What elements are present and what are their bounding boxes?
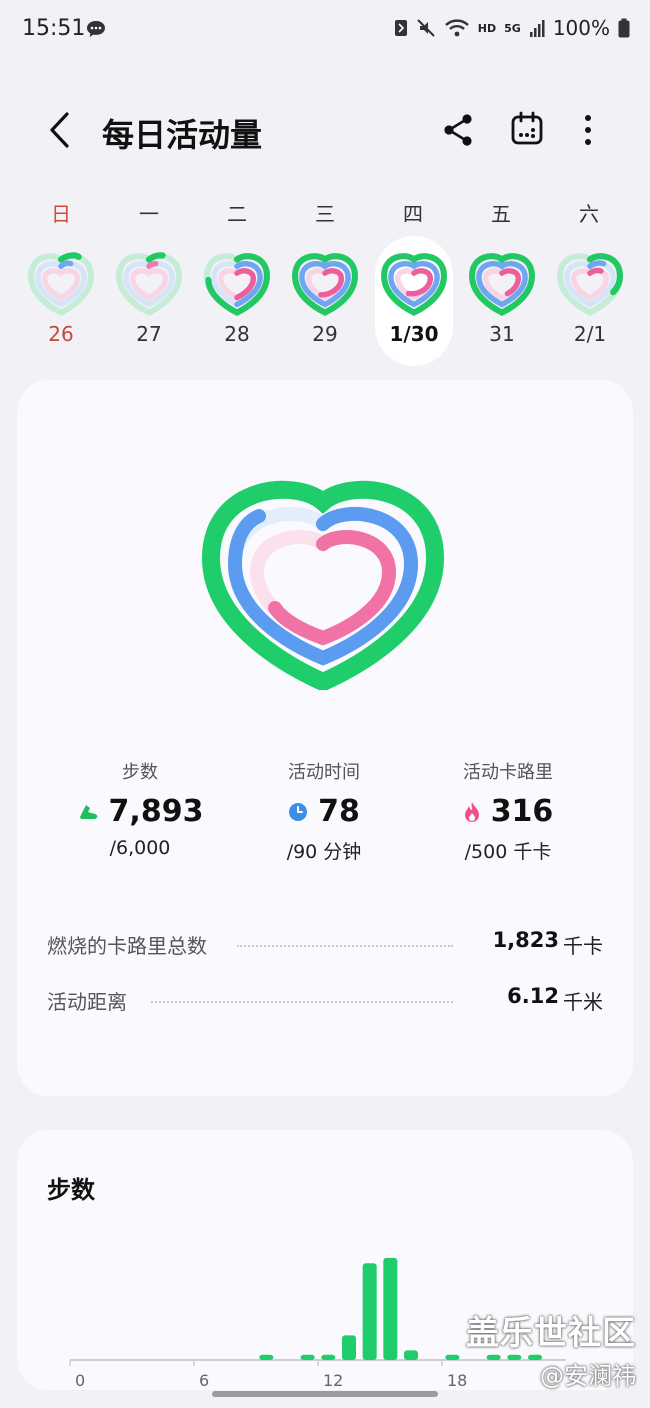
- day-cell[interactable]: 26: [22, 236, 100, 366]
- dotted-leader: [237, 945, 453, 947]
- signal-label: 5G: [504, 21, 521, 35]
- day-cell[interactable]: 28: [198, 236, 276, 366]
- weekday-label: 六: [579, 202, 599, 226]
- status-time: 15:51: [22, 16, 86, 41]
- active-time-value: 78: [318, 794, 360, 829]
- activity-heart-icon: [557, 253, 623, 316]
- daily-summary-card: 步数 7,893 /6,000 活动时间 78 /90 分钟 活动卡路里 316…: [17, 380, 633, 1096]
- steps-bar: [259, 1354, 274, 1360]
- home-indicator[interactable]: [212, 1391, 438, 1397]
- detail-label: 燃烧的卡路里总数: [47, 930, 217, 959]
- status-indicators: HD 5G 100%: [394, 16, 630, 40]
- day-number: 26: [48, 322, 74, 346]
- weekday-label: 五: [491, 202, 511, 226]
- activity-heart-icon: [469, 253, 535, 316]
- x-tick-label: 6: [199, 1371, 209, 1390]
- steps-bar: [404, 1350, 418, 1360]
- clock-icon: [289, 802, 308, 821]
- day-cell[interactable]: 27: [110, 236, 188, 366]
- active-distance-value: 6.12: [507, 984, 559, 1008]
- weekday-label: 三: [315, 202, 335, 226]
- signal-icon: [529, 20, 545, 37]
- app-header: 每日活动量: [0, 100, 650, 160]
- activity-heart-icon: [116, 252, 182, 316]
- nfc-icon: [394, 20, 407, 36]
- day-cell[interactable]: 29: [286, 236, 364, 366]
- page-title: 每日活动量: [102, 116, 263, 154]
- shoe-icon: [79, 804, 97, 819]
- day-cell[interactable]: 2/1: [551, 236, 629, 366]
- flame-icon: [464, 801, 479, 822]
- weekday-label: 一: [139, 202, 159, 226]
- day-number: 31: [489, 322, 515, 346]
- active-calories-stat: 活动卡路里 316 /500 千卡: [413, 758, 603, 864]
- stat-label: 活动卡路里: [463, 762, 553, 783]
- day-number: 2/1: [573, 322, 607, 346]
- dotted-leader: [151, 1001, 453, 1003]
- activity-heart-icon: [292, 253, 358, 316]
- more-vert-icon[interactable]: [568, 108, 608, 152]
- steps-bar: [362, 1263, 377, 1360]
- x-tick-label: 12: [323, 1371, 343, 1390]
- detail-unit: 千米: [563, 990, 603, 1014]
- activity-heart-icon: [28, 252, 94, 316]
- active-time-goal: /90 分钟: [286, 841, 362, 863]
- day-number: 27: [136, 322, 162, 346]
- detail-unit: 千卡: [563, 934, 603, 958]
- stat-label: 活动时间: [288, 762, 360, 783]
- x-tick-label: 0: [75, 1371, 85, 1390]
- weekday-label: 二: [227, 202, 247, 226]
- steps-stat: 步数 7,893 /6,000: [45, 758, 235, 859]
- network-label: HD: [477, 21, 497, 35]
- steps-goal: /6,000: [109, 837, 171, 859]
- calendar-icon[interactable]: [507, 108, 547, 152]
- steps-bar: [300, 1354, 315, 1360]
- battery-percent: 100%: [552, 16, 610, 40]
- status-bar: 15:51 HD 5G 100%: [0, 0, 650, 60]
- detail-label: 活动距离: [47, 986, 137, 1015]
- day-cell-selected[interactable]: 1/30: [375, 236, 453, 366]
- stat-label: 步数: [122, 762, 158, 783]
- steps-bar: [342, 1335, 356, 1360]
- active-calories-goal: /500 千卡: [464, 841, 552, 863]
- message-notification-icon: [87, 21, 105, 37]
- total-calories-value: 1,823: [492, 928, 559, 952]
- mute-icon: [417, 19, 435, 37]
- watermark: 盖乐世社区 @安澜祎: [466, 1306, 636, 1391]
- share-icon[interactable]: [438, 108, 478, 152]
- total-calories-row: 燃烧的卡路里总数 1,823 千卡: [47, 928, 603, 960]
- active-calories-value: 316: [490, 794, 554, 829]
- steps-bar: [383, 1257, 398, 1360]
- day-number: 1/30: [389, 322, 439, 346]
- day-number: 28: [224, 322, 250, 346]
- activity-heart-icon: [204, 253, 270, 316]
- steps-bar: [445, 1354, 460, 1360]
- activity-rings-heart: [201, 480, 445, 690]
- watermark-line2: @安澜祎: [540, 1362, 636, 1390]
- battery-icon: [618, 18, 630, 38]
- day-number: 29: [312, 322, 338, 346]
- weekday-label: 日: [51, 202, 71, 226]
- watermark-line1: 盖乐世社区: [466, 1313, 636, 1352]
- steps-bar: [321, 1354, 336, 1360]
- x-tick-label: 18: [447, 1371, 467, 1390]
- active-time-stat: 活动时间 78 /90 分钟: [229, 758, 419, 864]
- day-cell[interactable]: 31: [463, 236, 541, 366]
- wifi-icon: [444, 19, 469, 37]
- weekday-label: 四: [403, 202, 423, 226]
- active-distance-row: 活动距离 6.12 千米: [47, 984, 603, 1016]
- activity-heart-icon: [381, 253, 447, 316]
- back-icon[interactable]: [40, 108, 80, 152]
- steps-value: 7,893: [108, 794, 204, 829]
